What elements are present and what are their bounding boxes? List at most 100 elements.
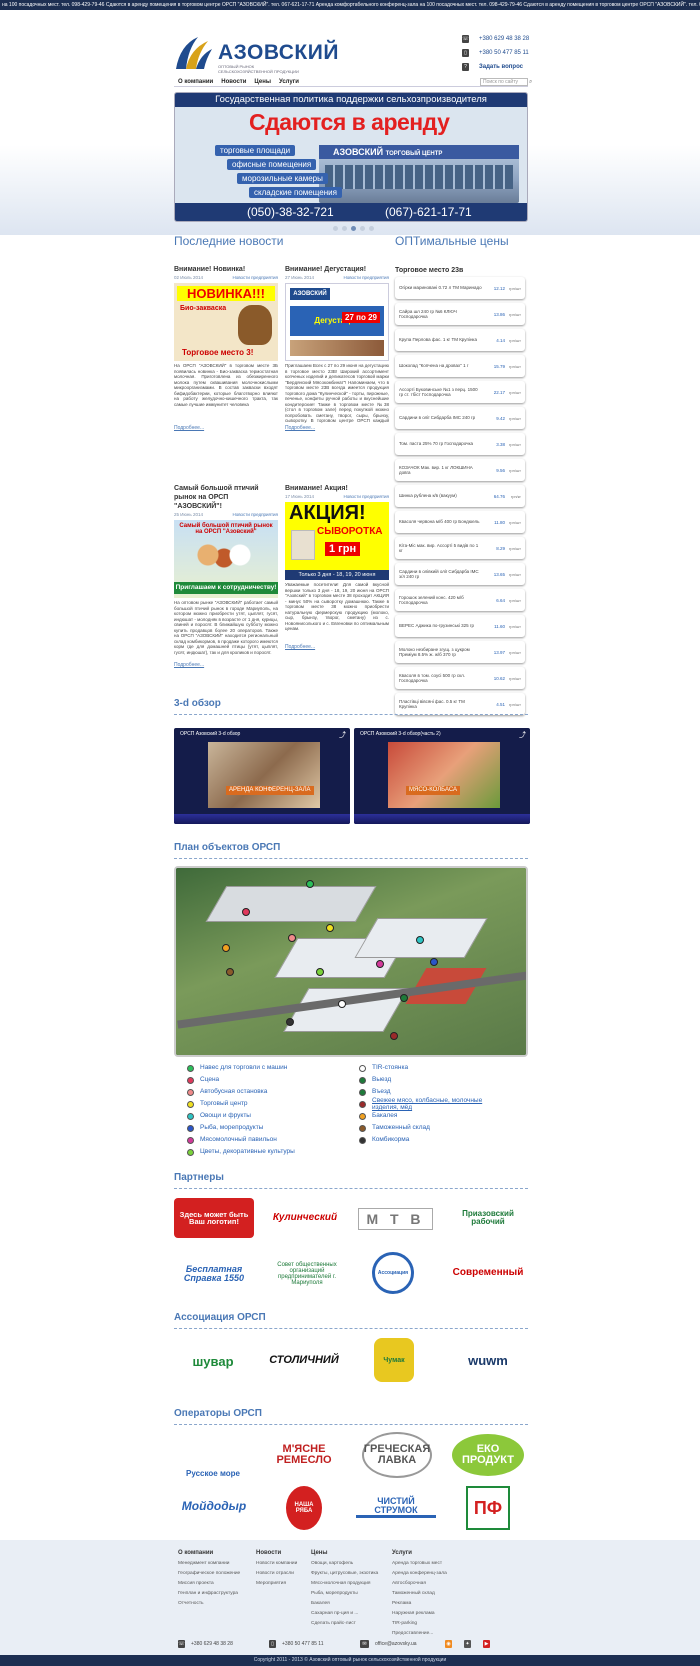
footer-link[interactable]: Наружная реклама xyxy=(392,1609,447,1619)
legend-item[interactable]: Овощи и фрукты xyxy=(187,1110,295,1122)
video-player[interactable]: ОРСП Азовский 3-d обзор ⤴ АРЕНДА КОНФЕРЕ… xyxy=(174,728,350,824)
footer-link[interactable]: Предоставление... xyxy=(392,1629,447,1639)
legend-item[interactable]: Рыба, морепродукты xyxy=(187,1122,295,1134)
read-more-link[interactable]: Подробнее... xyxy=(285,644,389,650)
association-logo[interactable]: wuwm xyxy=(448,1346,528,1374)
legend-item[interactable]: Цветы, декоративные культуры xyxy=(187,1146,295,1158)
legend-item[interactable]: Таможенный склад xyxy=(359,1122,502,1134)
price-item[interactable]: КОЗАЧОК Мак. вир. 1 кг ЛОКШИНА довга 9.56… xyxy=(395,459,525,481)
plan-marker-icon[interactable] xyxy=(338,1000,346,1008)
news-category[interactable]: Новости предприятия xyxy=(343,275,389,280)
price-item[interactable]: Сардини в олівкиій олії Сибдарба IMC з/л… xyxy=(395,563,525,585)
footer-phone-2[interactable]: +380 50 477 85 11 xyxy=(282,1641,352,1647)
header-phone-2[interactable]: +380 50 477 85 11 xyxy=(479,50,529,56)
slider-dot-active[interactable] xyxy=(351,226,356,231)
partner-logo[interactable]: Кулинческий xyxy=(270,1198,340,1238)
footer-link[interactable]: Мясо-молочная продукция xyxy=(311,1579,378,1589)
footer-link[interactable]: Отчетность xyxy=(178,1599,240,1609)
news-category[interactable]: Новости предприятия xyxy=(232,275,278,280)
price-item[interactable]: Том. паста 25% 70 гр Господарочка 3.38 грн… xyxy=(395,433,525,455)
legend-item[interactable]: Торговый центр xyxy=(187,1098,295,1110)
price-item[interactable]: Ассорті Буковинське №1 з перц. 1500 гр с… xyxy=(395,381,525,403)
operator-logo[interactable]: НАША РЯБА xyxy=(286,1486,322,1530)
plan-marker-icon[interactable] xyxy=(316,968,324,976)
operator-logo[interactable]: ПФ xyxy=(466,1486,510,1530)
partner-logo[interactable]: Совет общественных организаций предприни… xyxy=(264,1252,350,1296)
partner-logo[interactable]: М Т В xyxy=(358,1208,433,1230)
plan-marker-icon[interactable] xyxy=(390,1032,398,1040)
footer-link[interactable]: Аренда торговых мест xyxy=(392,1559,447,1569)
price-item[interactable]: ВЕРЕС Аджика по-грузинські 325 гр 11.60 гр… xyxy=(395,615,525,637)
footer-heading[interactable]: Новости xyxy=(256,1548,297,1558)
share-icon[interactable]: ⤴ xyxy=(519,730,526,740)
share-icon[interactable]: ✦ xyxy=(464,1640,471,1648)
price-item[interactable]: Кіта-Міс мак. вир. Ассорті 5 видів по 1 … xyxy=(395,537,525,559)
site-logo[interactable]: АЗОВСКИЙ ОПТОВЫЙ РЫНОК СЕЛЬСКОХОЗЯЙСТВЕН… xyxy=(174,35,338,74)
legend-item[interactable]: TIR-стоянка xyxy=(359,1062,502,1074)
legend-item[interactable]: Комбикорма xyxy=(359,1134,502,1146)
price-item[interactable]: Пластівці вівсяні фас. 0.5 кг ТМ Крупінк… xyxy=(395,693,525,715)
association-logo[interactable]: Чумак xyxy=(374,1338,414,1382)
price-item[interactable]: Крупа Перлова фас. 1 кг ТМ Крупінка 4.14 г… xyxy=(395,329,525,351)
price-item[interactable]: Шоколад "Копчена на дровах" 1 г 15.79 грн/… xyxy=(395,355,525,377)
search-input[interactable]: Поиск по сайту xyxy=(480,78,528,86)
footer-link[interactable]: Менеджмент компании xyxy=(178,1559,240,1569)
association-logo[interactable]: СТОЛИЧНИЙ xyxy=(264,1344,344,1376)
search-icon[interactable]: ⌕ xyxy=(529,78,536,86)
legend-item[interactable]: Навес для торговли с машин xyxy=(187,1062,295,1074)
operator-logo[interactable]: ГРЕЧЕСКАЯ ЛАВКА xyxy=(362,1432,432,1478)
footer-link[interactable]: Мероприятия xyxy=(256,1579,297,1589)
footer-link[interactable]: Миссия проекта xyxy=(178,1579,240,1589)
footer-phone-1[interactable]: +380 629 48 38 28 xyxy=(191,1641,251,1647)
slider-dot[interactable] xyxy=(360,226,365,231)
association-logo[interactable]: шувар xyxy=(176,1338,250,1384)
video-controls[interactable] xyxy=(354,814,530,824)
footer-link[interactable]: Бакалея xyxy=(311,1599,378,1609)
footer-link[interactable]: Географическое положение xyxy=(178,1569,240,1579)
news-title[interactable]: Внимание! Акция! xyxy=(285,484,389,493)
footer-email[interactable]: office@azovsky.ua xyxy=(375,1641,445,1647)
share-icon[interactable]: ⤴ xyxy=(339,730,346,740)
partner-logo[interactable]: Приазовский рабочий xyxy=(448,1204,528,1232)
price-item[interactable]: Сайра шл 240 гр №6 КЛЮЧ Господарочка 13.8… xyxy=(395,303,525,325)
footer-heading[interactable]: Услуги xyxy=(392,1548,447,1558)
plan-marker-icon[interactable] xyxy=(326,924,334,932)
operator-logo[interactable]: Мойдодыр xyxy=(176,1490,252,1522)
operator-logo[interactable]: Русское море xyxy=(178,1432,248,1478)
news-category[interactable]: Новости предприятия xyxy=(232,512,278,517)
plan-marker-icon[interactable] xyxy=(400,994,408,1002)
plan-marker-icon[interactable] xyxy=(416,936,424,944)
nav-services[interactable]: Услуги xyxy=(275,78,303,87)
slider-dot[interactable] xyxy=(342,226,347,231)
footer-link[interactable]: Новости отрасли xyxy=(256,1569,297,1579)
footer-link[interactable]: Таможенный склад xyxy=(392,1589,447,1599)
footer-link[interactable]: Новости компании xyxy=(256,1559,297,1569)
partner-logo[interactable]: Современный xyxy=(448,1260,528,1286)
footer-heading[interactable]: Цены xyxy=(311,1548,378,1558)
price-item[interactable]: Горошок зелений конс. 420 м/б Господароч… xyxy=(395,589,525,611)
plan-marker-icon[interactable] xyxy=(306,880,314,888)
partner-logo[interactable]: Ассоциация xyxy=(372,1252,414,1294)
nav-news[interactable]: Новости xyxy=(217,78,250,87)
footer-link[interactable]: Реклама xyxy=(392,1599,447,1609)
footer-heading[interactable]: О компании xyxy=(178,1548,240,1558)
plan-marker-icon[interactable] xyxy=(286,1018,294,1026)
nav-about[interactable]: О компании xyxy=(174,78,217,87)
news-title[interactable]: Самый большой птичий рынок на ОРСП "АЗОВ… xyxy=(174,484,278,511)
footer-link[interactable]: Сделать прайс-лист xyxy=(311,1619,378,1629)
footer-link[interactable]: Сахарная пр-ция и ... xyxy=(311,1609,378,1619)
plan-marker-icon[interactable] xyxy=(376,960,384,968)
video-controls[interactable] xyxy=(174,814,350,824)
plan-marker-icon[interactable] xyxy=(288,934,296,942)
news-image[interactable]: АЗОВСКИЙ Дегустация 27 по 29 xyxy=(285,283,389,361)
price-item[interactable]: Сардини в олії Сибдарба IMC 240 гр 9.42 гр… xyxy=(395,407,525,429)
operator-logo[interactable]: М'ЯСНЕ РЕМЕСЛО xyxy=(264,1440,344,1470)
price-item[interactable]: Квасоля червона м/б 400 гр Бондюель 11.80… xyxy=(395,511,525,533)
footer-link[interactable]: Аренда конференц-зала xyxy=(392,1569,447,1579)
plan-marker-icon[interactable] xyxy=(430,958,438,966)
news-title[interactable]: Внимание! Новинка! xyxy=(174,265,278,274)
plan-marker-icon[interactable] xyxy=(242,908,250,916)
price-item[interactable]: Квасоля в том. соусі 500 гр скл. Господа… xyxy=(395,667,525,689)
video-player[interactable]: ОРСП Азовский 3-d обзор(часть 2) ⤴ МЯСО-… xyxy=(354,728,530,824)
slider-dot[interactable] xyxy=(369,226,374,231)
